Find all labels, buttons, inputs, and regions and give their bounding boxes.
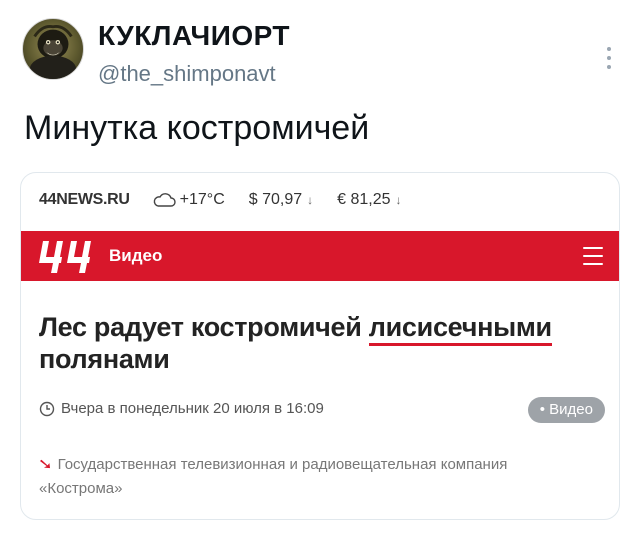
tweet-header: КУКЛАЧИОРТ @the_shimponavt	[22, 16, 622, 86]
nav-video-link[interactable]: Видео	[109, 246, 162, 266]
site-logo[interactable]	[35, 237, 103, 277]
eur-down-arrow-icon: ↓	[395, 193, 402, 207]
eur-rate: € 81,25 ↓	[337, 191, 401, 209]
author-handle[interactable]: @the_shimponavt	[98, 62, 276, 86]
site-nav-bar: Видео	[21, 231, 619, 281]
site-name[interactable]: 44NEWS.RU	[39, 191, 130, 209]
usd-rate: $ 70,97 ↓	[249, 191, 313, 209]
headline-part1: Лес радует костромичей	[39, 312, 369, 342]
headline-underlined-word: лисисечными	[368, 312, 552, 346]
publish-date: Вчера в понедельник 20 июля в 16:09	[61, 400, 324, 417]
weather-widget: +17°С	[152, 191, 225, 209]
article-meta: Вчера в понедельник 20 июля в 16:09 Виде…	[39, 397, 605, 423]
cloud-icon	[153, 193, 176, 207]
article-source: ➘ Государственная телевизионная и радиове…	[37, 453, 579, 501]
gorilla-avatar-icon	[29, 25, 77, 79]
eur-value: € 81,25	[337, 191, 391, 208]
tweet-text: Минутка костромичей	[24, 109, 370, 147]
usd-down-arrow-icon: ↓	[307, 193, 314, 207]
usd-value: $ 70,97	[248, 191, 303, 208]
author-display-name[interactable]: КУКЛАЧИОРТ	[98, 20, 290, 52]
hamburger-menu-button[interactable]	[583, 247, 603, 265]
hamburger-icon	[583, 247, 603, 249]
headline-part2: полянами	[39, 344, 170, 374]
source-text[interactable]: Государственная телевизионная и радиовещ…	[39, 456, 507, 497]
article-headline[interactable]: Лес радует костромичей лисисечными полян…	[39, 311, 609, 375]
user-avatar[interactable]	[22, 18, 84, 80]
more-options-button[interactable]	[596, 38, 622, 78]
more-vertical-icon	[607, 47, 611, 51]
clock-icon	[39, 401, 55, 417]
weather-temperature: +17°С	[179, 191, 225, 208]
source-arrow-icon: ➘	[37, 456, 53, 473]
site-topbar: 44NEWS.RU +17°С $ 70,97 ↓ € 81,25 ↓	[39, 187, 402, 213]
44-logo-icon	[39, 241, 91, 273]
attached-image-card[interactable]: 44NEWS.RU +17°С $ 70,97 ↓ € 81,25 ↓ Виде…	[20, 172, 620, 520]
video-badge[interactable]: Видео	[527, 397, 605, 423]
